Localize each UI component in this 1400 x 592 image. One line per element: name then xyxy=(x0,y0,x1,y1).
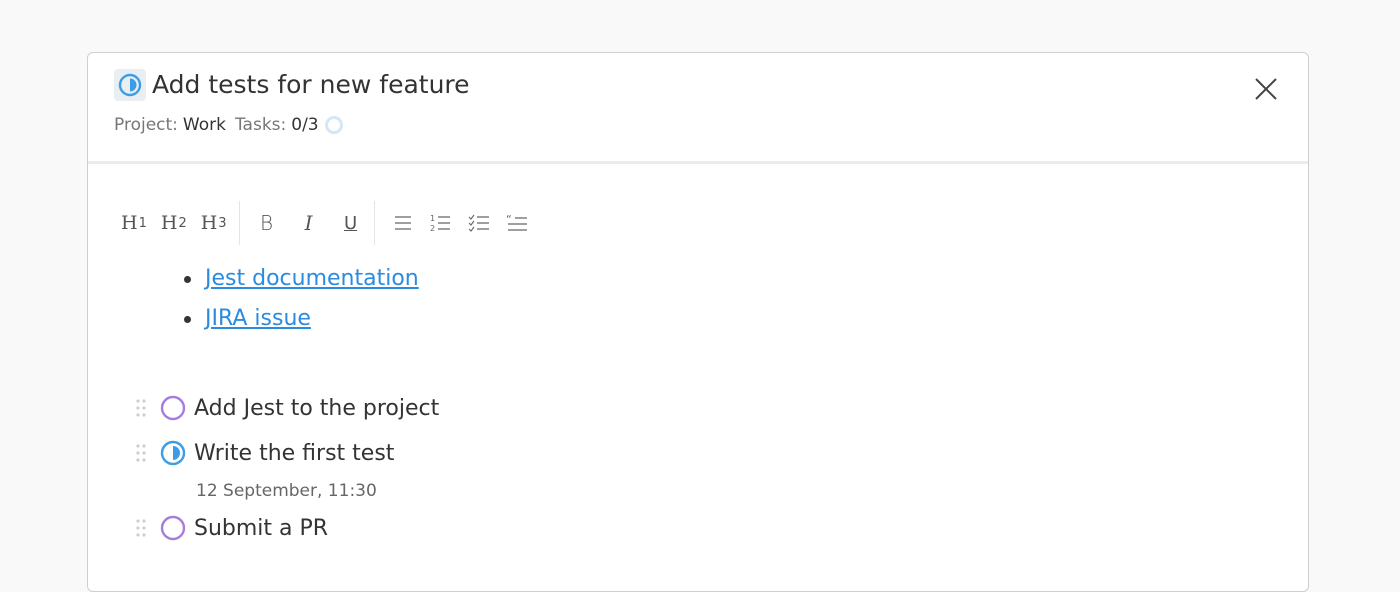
in-progress-icon xyxy=(118,73,142,97)
list-item: Jest documentation xyxy=(184,259,419,299)
heading-3-letter: H xyxy=(200,212,218,234)
bullet-list-button[interactable] xyxy=(391,206,415,240)
subtask-label[interactable]: Submit a PR xyxy=(194,516,328,541)
task-meta: Project: Work Tasks: 0/3 xyxy=(114,113,344,137)
blockquote-icon: “ xyxy=(506,213,527,231)
drag-handle-icon[interactable] xyxy=(134,517,148,539)
tasks-label: Tasks: xyxy=(234,115,287,135)
bold-label: B xyxy=(260,211,274,235)
heading-1-letter: H xyxy=(121,212,138,234)
italic-label: I xyxy=(304,211,313,235)
subtask-item[interactable]: Write the first test xyxy=(134,440,394,466)
heading-1-button[interactable]: H1 xyxy=(121,206,147,240)
numbered-list-icon: 1 2 xyxy=(430,214,450,233)
task-title[interactable]: Add tests for new feature xyxy=(152,69,470,101)
todo-circle-icon[interactable] xyxy=(160,515,186,541)
bullet-list-icon xyxy=(394,216,411,230)
heading-2-letter: H xyxy=(160,212,178,234)
todo-circle-icon[interactable] xyxy=(160,395,186,421)
project-value[interactable]: Work xyxy=(183,113,226,137)
subtask-label[interactable]: Write the first test xyxy=(194,441,394,466)
italic-button[interactable]: I xyxy=(298,206,320,240)
underline-button[interactable]: U xyxy=(340,206,362,240)
subtask-item[interactable]: Add Jest to the project xyxy=(134,395,439,421)
underline-label: U xyxy=(343,212,358,234)
close-button[interactable] xyxy=(1252,75,1280,103)
heading-2-number: 2 xyxy=(178,215,187,231)
jira-issue-link[interactable]: JIRA issue xyxy=(205,299,311,339)
drag-handle-icon[interactable] xyxy=(134,397,148,419)
bullet-dot xyxy=(184,315,191,323)
subtask-item[interactable]: Submit a PR xyxy=(134,515,328,541)
svg-text:1: 1 xyxy=(430,214,435,223)
heading-2-button[interactable]: H2 xyxy=(161,206,187,240)
svg-text:2: 2 xyxy=(430,224,435,233)
heading-1-number: 1 xyxy=(138,215,147,231)
list-item: JIRA issue xyxy=(184,299,419,339)
toolbar-divider xyxy=(373,201,375,245)
task-detail-panel: Add tests for new feature Project: Work … xyxy=(87,52,1309,592)
jest-docs-link[interactable]: Jest documentation xyxy=(205,259,419,299)
in-progress-icon[interactable] xyxy=(160,440,186,466)
project-label: Project: xyxy=(114,115,178,135)
checklist-button[interactable] xyxy=(467,206,491,240)
link-list: Jest documentation JIRA issue xyxy=(184,259,419,339)
task-status-button[interactable] xyxy=(114,69,146,101)
editor-toolbar: H1 H2 H3 B I U 1 2 “ xyxy=(121,201,543,245)
numbered-list-button[interactable]: 1 2 xyxy=(429,206,453,240)
close-icon xyxy=(1255,78,1277,100)
drag-handle-icon[interactable] xyxy=(134,442,148,464)
bold-button[interactable]: B xyxy=(256,206,278,240)
subtask-label[interactable]: Add Jest to the project xyxy=(194,396,439,421)
toolbar-divider xyxy=(238,201,240,245)
heading-3-button[interactable]: H3 xyxy=(201,206,227,240)
heading-3-number: 3 xyxy=(218,215,227,231)
blockquote-button[interactable]: “ xyxy=(505,206,529,240)
bullet-dot xyxy=(184,275,191,283)
checklist-icon xyxy=(468,214,489,232)
tasks-progress-icon xyxy=(324,116,343,134)
task-header: Add tests for new feature Project: Work … xyxy=(88,53,1308,164)
tasks-count: 0/3 xyxy=(291,115,319,135)
subtask-date: 12 September, 11:30 xyxy=(196,481,377,501)
